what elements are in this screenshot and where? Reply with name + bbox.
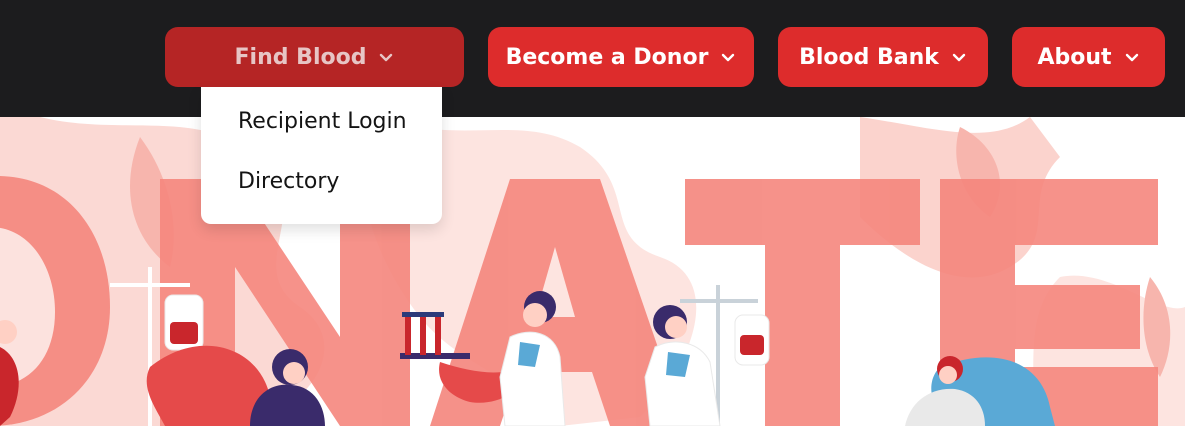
nav-blood-bank-button[interactable]: Blood Bank [778,27,988,87]
chevron-down-icon [378,49,394,65]
hero-illustration [0,117,1185,426]
chevron-down-icon [720,49,736,65]
dropdown-item-recipient-login[interactable]: Recipient Login [238,109,407,134]
dropdown-item-directory[interactable]: Directory [238,169,339,194]
nav-about-button[interactable]: About [1012,27,1165,87]
chevron-down-icon [1124,49,1140,65]
donate-illustration [0,117,1185,426]
nav-blood-bank-label: Blood Bank [799,44,939,70]
find-blood-dropdown-menu: Recipient Login Directory [201,87,442,224]
nav-find-blood-button[interactable]: Find Blood [165,27,464,87]
top-navigation-bar: Find Blood Become a Donor Blood Bank Abo… [0,0,1185,117]
nav-about-label: About [1037,44,1112,70]
chevron-down-icon [951,49,967,65]
nav-become-donor-label: Become a Donor [505,44,709,70]
nav-find-blood-label: Find Blood [234,44,367,70]
nav-become-donor-button[interactable]: Become a Donor [488,27,754,87]
